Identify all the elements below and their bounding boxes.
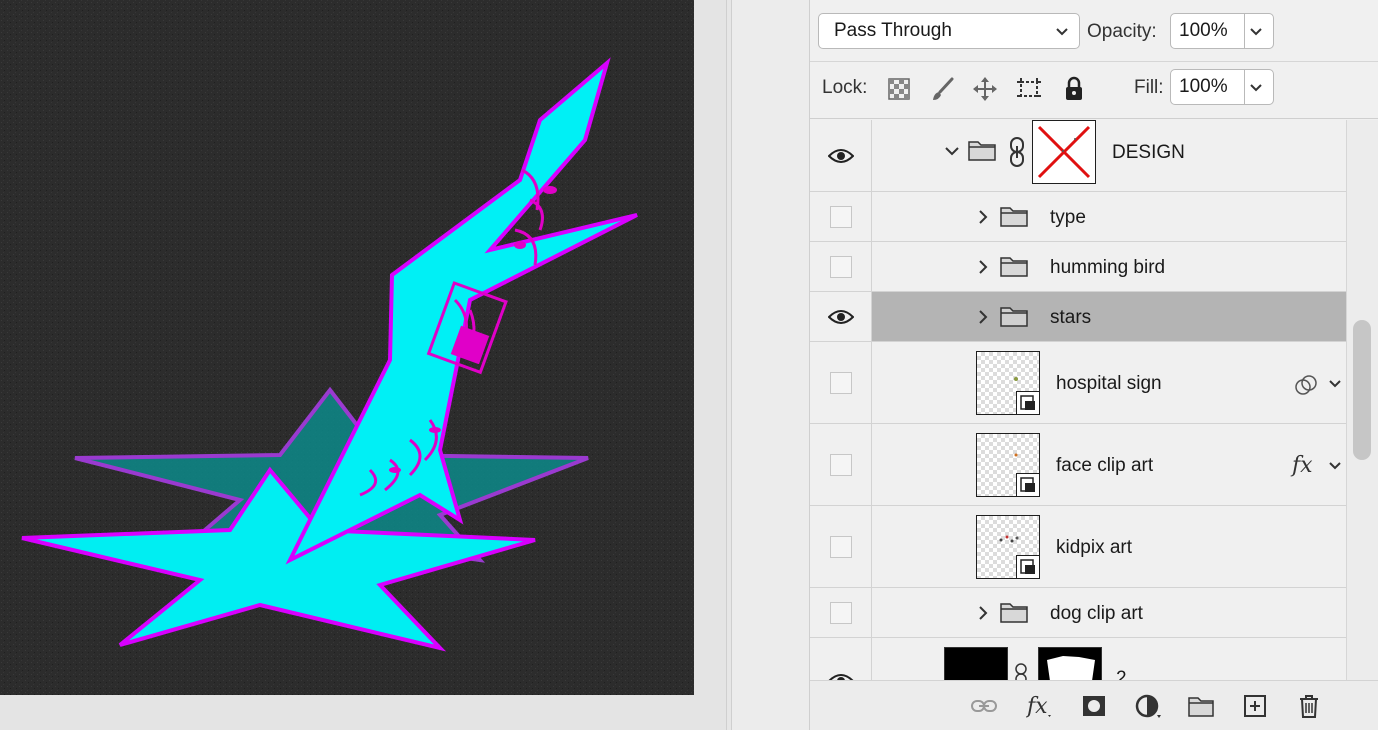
layer-row-dog-clip-art[interactable]: dog clip art [810, 588, 1346, 638]
folder-icon [968, 141, 996, 161]
smart-object-thumbnail[interactable] [976, 433, 1040, 497]
lock-all-icon[interactable] [1061, 76, 1087, 102]
chevron-right-icon[interactable] [976, 208, 990, 226]
layers-scrollbar[interactable] [1346, 120, 1378, 680]
layer-row-type[interactable]: type [810, 192, 1346, 242]
visibility-toggle[interactable] [830, 256, 852, 278]
artboard[interactable] [0, 0, 694, 695]
disabled-mask-icon [1037, 125, 1091, 179]
layer-row-kidpix-art[interactable]: kidpix art [810, 506, 1346, 588]
chevron-down-icon[interactable] [1247, 78, 1265, 96]
lock-artboard-icon[interactable] [1016, 76, 1042, 102]
lock-transparent-pixels-icon[interactable] [886, 76, 912, 102]
chevron-down-icon[interactable] [1247, 22, 1265, 40]
blend-if-icon[interactable] [1294, 373, 1318, 397]
new-layer-icon[interactable] [1241, 693, 1269, 719]
layer-name: type [1050, 207, 1086, 228]
artwork [0, 0, 694, 695]
layer-name: humming bird [1050, 257, 1166, 278]
eye-icon[interactable] [828, 672, 854, 680]
panel-dock-strip [731, 0, 810, 730]
fill-field[interactable]: 100% [1170, 69, 1274, 105]
eye-icon[interactable] [828, 147, 854, 165]
layer-row-stars[interactable]: stars [810, 292, 1346, 342]
canvas-horizontal-gutter [0, 695, 694, 730]
eye-icon[interactable] [828, 308, 854, 326]
fx-icon[interactable]: fx [1290, 452, 1318, 478]
document-canvas-area[interactable] [0, 0, 731, 730]
chevron-down-icon [1056, 28, 1068, 36]
layer-name: hospital sign [1056, 373, 1162, 394]
smart-object-thumbnail[interactable] [976, 515, 1040, 579]
opacity-value[interactable]: 100% [1179, 20, 1228, 42]
lock-image-pixels-icon[interactable] [930, 76, 956, 102]
layer-name: face clip art [1056, 455, 1154, 476]
adjustment-layer-icon[interactable] [1134, 693, 1162, 719]
blend-mode-value: Pass Through [834, 20, 952, 41]
svg-text:fx: fx [1290, 453, 1313, 478]
layer-row-face-clip-art[interactable]: face clip art fx [810, 424, 1346, 506]
layer-row-2[interactable]: 2 [810, 638, 1346, 680]
layer-row-hospital-sign[interactable]: hospital sign [810, 342, 1346, 424]
smart-object-badge-icon [1016, 391, 1040, 415]
opacity-label: Opacity: [1087, 21, 1157, 42]
layer-thumbnail[interactable] [944, 647, 1008, 680]
visibility-toggle[interactable] [830, 372, 852, 394]
layer-name: DESIGN [1112, 142, 1185, 163]
layer-name: kidpix art [1056, 537, 1133, 558]
layers-panel: Pass Through Opacity: 100% Lock: Fill: 1… [810, 0, 1378, 730]
add-layer-style-fx-icon[interactable]: fx [1026, 693, 1054, 719]
folder-icon [1000, 603, 1028, 623]
link-layers-icon[interactable] [970, 693, 998, 719]
smart-object-badge-icon [1016, 555, 1040, 579]
visibility-toggle[interactable] [830, 602, 852, 624]
layer-row-humming-bird[interactable]: humming bird [810, 242, 1346, 292]
smart-object-thumbnail[interactable] [976, 351, 1040, 415]
visibility-toggle[interactable] [830, 454, 852, 476]
delete-layer-trash-icon[interactable] [1295, 693, 1323, 719]
canvas-vertical-gutter [694, 0, 727, 730]
layer-row-design[interactable]: DESIGN [810, 120, 1346, 192]
chevron-right-icon[interactable] [976, 604, 990, 622]
link-chain-icon[interactable] [1014, 662, 1028, 680]
layer-name: 2 [1116, 668, 1127, 680]
layer-mask-thumbnail[interactable] [1032, 120, 1096, 184]
lock-label: Lock: [822, 77, 868, 98]
blend-mode-select[interactable]: Pass Through [818, 13, 1080, 49]
chevron-down-icon[interactable] [943, 142, 961, 160]
folder-icon [1000, 207, 1028, 227]
visibility-toggle[interactable] [830, 536, 852, 558]
smart-object-badge-icon [1016, 473, 1040, 497]
visibility-toggle[interactable] [830, 206, 852, 228]
layers-bottom-toolbar: fx [810, 680, 1378, 730]
folder-icon [1000, 307, 1028, 327]
chevron-down-icon[interactable] [1326, 456, 1344, 474]
layer-name: stars [1050, 307, 1092, 328]
folder-icon [1000, 257, 1028, 277]
add-mask-icon[interactable] [1080, 693, 1108, 719]
new-group-folder-icon[interactable] [1187, 693, 1215, 719]
scrollbar-thumb[interactable] [1353, 320, 1371, 460]
link-chain-icon[interactable] [1007, 136, 1027, 168]
chevron-right-icon[interactable] [976, 308, 990, 326]
fill-label: Fill: [1134, 77, 1164, 98]
opacity-field[interactable]: 100% [1170, 13, 1274, 49]
chevron-right-icon[interactable] [976, 258, 990, 276]
fill-value[interactable]: 100% [1179, 76, 1228, 98]
layer-list[interactable]: DESIGN type humming bird stars hospital … [810, 120, 1346, 680]
layer-name: dog clip art [1050, 603, 1143, 624]
lock-position-icon[interactable] [972, 76, 998, 102]
chevron-down-icon[interactable] [1326, 374, 1344, 392]
svg-text:fx: fx [1026, 694, 1048, 719]
layer-mask-thumbnail[interactable] [1038, 647, 1102, 680]
